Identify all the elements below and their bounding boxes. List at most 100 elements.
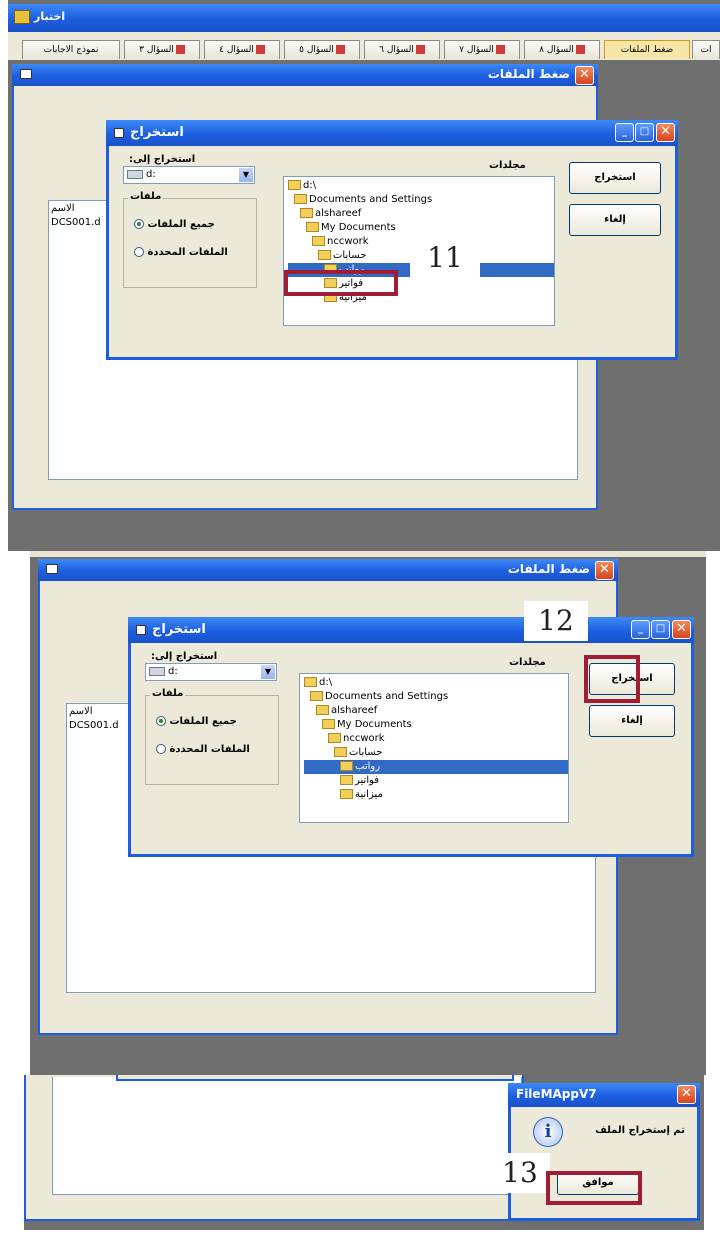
tab-q3[interactable]: السؤال ٣ <box>124 40 200 59</box>
app-title: اختبار <box>34 10 66 23</box>
tab-compress[interactable]: ضغط الملفات <box>604 40 690 59</box>
extract-dialog-title: استخراج <box>130 125 184 140</box>
compress-window-titlebar: ضغط الملفات ✕ <box>12 64 598 86</box>
folder-icon <box>322 719 335 729</box>
tab-q8[interactable]: السؤال ٨ <box>524 40 600 59</box>
radio-button[interactable] <box>134 247 144 257</box>
folder-tree-label: فواتير <box>355 775 380 786</box>
radio-selected[interactable]: الملفات المحددة <box>134 245 228 258</box>
folder-tree-label: Documents and Settings <box>325 691 449 702</box>
close-icon[interactable]: ✕ <box>595 561 614 580</box>
cancel-button[interactable]: إلغاء <box>589 705 675 737</box>
folder-tree-item[interactable]: My Documents <box>304 718 568 732</box>
tab-q7[interactable]: السؤال ٧ <box>444 40 520 59</box>
folder-tree[interactable]: d:\ Documents and Settings alshareef My Doc… <box>299 673 569 823</box>
tab-q6[interactable]: السؤال ٦ <box>364 40 440 59</box>
tab-q5[interactable]: السؤال ٥ <box>284 40 360 59</box>
highlight-frame <box>584 655 640 703</box>
message-text: تم إستخراج الملف <box>595 1125 685 1136</box>
tab-q4[interactable]: السؤال ٤ <box>204 40 280 59</box>
radio-selected[interactable]: الملفات المحددة <box>156 742 250 755</box>
folder-tree-item[interactable]: ميزانية <box>304 788 568 802</box>
window-icon <box>20 69 32 79</box>
folder-tree-item[interactable]: رواتب <box>304 760 568 774</box>
compress-window-title: ضغط الملفات <box>507 562 590 576</box>
maximize-icon[interactable]: □ <box>635 123 654 142</box>
radio-button[interactable] <box>134 219 144 229</box>
folder-icon <box>312 236 325 246</box>
message-box-title: FileMAppV7 <box>516 1087 597 1101</box>
file-list-item[interactable]: DCS001.d <box>69 720 119 731</box>
folder-tree-item[interactable]: Documents and Settings <box>304 690 568 704</box>
folder-tree-item[interactable]: d:\ <box>304 676 568 690</box>
close-icon[interactable]: ✕ <box>672 620 691 639</box>
file-list-header: الاسم <box>51 203 75 214</box>
drive-combo[interactable]: d: ▼ <box>145 663 277 681</box>
radio-all[interactable]: جميع الملفات <box>134 217 215 230</box>
close-icon[interactable]: ✕ <box>677 1085 696 1104</box>
extract-button[interactable]: استخراج <box>569 162 661 194</box>
tab-marker <box>575 45 585 54</box>
folder-icon <box>316 705 329 715</box>
extract-dialog-title: استخراج <box>152 622 206 637</box>
folder-tree-item[interactable]: alshareef <box>288 207 554 221</box>
tab-answers[interactable]: نموذج الاجابات <box>22 40 120 59</box>
chevron-down-icon[interactable]: ▼ <box>261 665 275 679</box>
radio-all[interactable]: جميع الملفات <box>156 714 237 727</box>
compress-window-title: ضغط الملفات <box>487 67 570 81</box>
extract-dialog-body: استخراج إلى: d: ▼ ملفات جميع الملفات الم… <box>106 146 678 360</box>
minimize-icon[interactable]: _ <box>631 620 650 639</box>
chevron-down-icon[interactable]: ▼ <box>239 168 253 182</box>
folder-tree-item[interactable]: فواتير <box>304 774 568 788</box>
folder-tree-item[interactable]: alshareef <box>304 704 568 718</box>
close-icon[interactable]: ✕ <box>656 123 675 142</box>
panel-step-13: FileMAppV7 ✕ i تم إستخراج الملف موافق 13 <box>24 1075 704 1230</box>
extract-dialog-icon <box>114 128 124 138</box>
folder-icon <box>310 691 323 701</box>
files-group: ملفات جميع الملفات الملفات المحددة <box>145 688 279 785</box>
folder-icon <box>304 677 317 687</box>
window-icon <box>46 564 58 574</box>
maximize-icon[interactable]: □ <box>651 620 670 639</box>
tab-marker <box>415 45 425 54</box>
highlight-frame <box>546 1171 642 1205</box>
drive-value: d: <box>168 666 178 677</box>
radio-button[interactable] <box>156 744 166 754</box>
close-icon[interactable]: ✕ <box>575 66 594 85</box>
tab-marker <box>335 45 345 54</box>
folder-tree-label: ميزانية <box>355 789 383 800</box>
folder-tree-item[interactable]: d:\ <box>288 179 554 193</box>
file-list-header: الاسم <box>69 706 93 717</box>
panel-step-11: اختبار نموذج الاجابات السؤال ٣ السؤال ٤ … <box>8 0 720 551</box>
file-list[interactable] <box>52 1077 522 1195</box>
info-icon: i <box>533 1117 563 1147</box>
folder-tree-label: رواتب <box>355 761 381 772</box>
files-group: ملفات جميع الملفات الملفات المحددة <box>123 191 257 288</box>
message-box-titlebar: FileMAppV7 ✕ <box>508 1083 700 1107</box>
folder-icon <box>294 194 307 204</box>
cancel-button[interactable]: إلغاء <box>569 204 661 236</box>
drive-value: d: <box>146 169 156 180</box>
minimize-icon[interactable]: _ <box>615 123 634 142</box>
folder-tree-label: حسابات <box>349 747 383 758</box>
folder-tree-item[interactable]: Documents and Settings <box>288 193 554 207</box>
folder-tree-item[interactable]: My Documents <box>288 221 554 235</box>
dialog-bottom-edge <box>116 1075 514 1081</box>
folder-icon <box>340 775 353 785</box>
folder-tree-label: Documents and Settings <box>309 194 433 205</box>
tab-more[interactable]: ات <box>692 40 720 59</box>
tab-marker <box>495 45 505 54</box>
folder-tree-label: d:\ <box>303 180 317 191</box>
folder-tree-item[interactable]: حسابات <box>304 746 568 760</box>
panel-step-12: ضغط الملفات ✕ الاسم DCS001.d استخراج _ □… <box>30 551 706 1075</box>
radio-button[interactable] <box>156 716 166 726</box>
folder-icon <box>340 761 353 771</box>
folder-tree-label: nccwork <box>327 236 369 247</box>
folder-icon <box>334 747 347 757</box>
compress-window-titlebar: ضغط الملفات ✕ <box>38 559 618 581</box>
folder-tree-item[interactable]: nccwork <box>304 732 568 746</box>
drive-combo[interactable]: d: ▼ <box>123 166 255 184</box>
file-list-item[interactable]: DCS001.d <box>51 217 101 228</box>
folder-icon <box>340 789 353 799</box>
drive-icon <box>127 169 143 179</box>
